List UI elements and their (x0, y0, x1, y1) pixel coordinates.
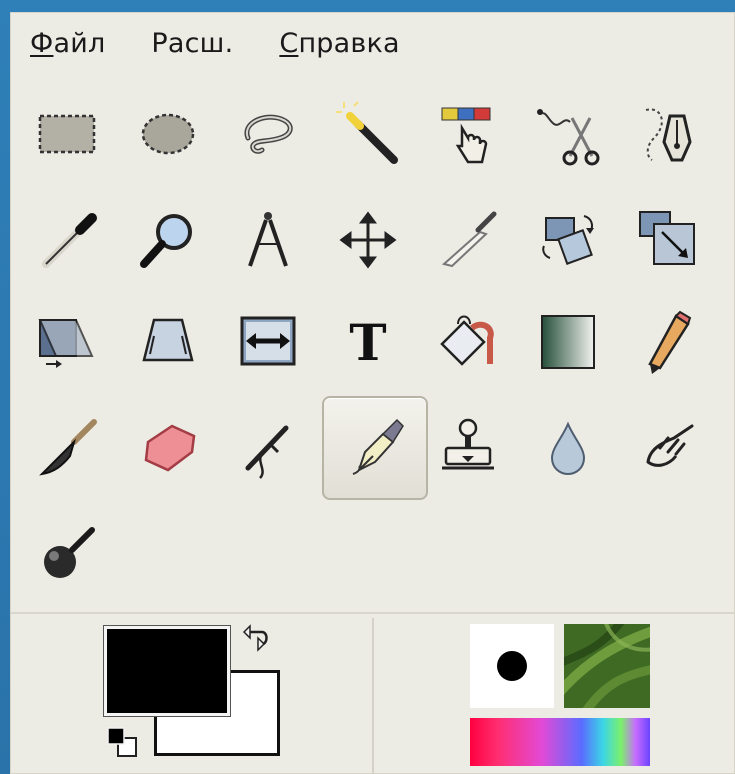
blur-icon (550, 421, 586, 476)
scissors-select-icon (537, 109, 600, 166)
tool-dodge-burn[interactable] (18, 504, 118, 604)
tool-grid: T (10, 80, 735, 610)
ellipse-select-icon (141, 113, 195, 155)
menu-file-mnemonic: Ф (30, 27, 54, 59)
select-by-color-icon (441, 107, 491, 164)
brush-circle-icon (497, 651, 527, 681)
tool-eraser[interactable] (118, 398, 218, 498)
fuzzy-select-icon (336, 101, 398, 164)
magnify-icon (140, 214, 192, 268)
tool-magnify[interactable] (118, 190, 218, 290)
pattern-preview[interactable] (564, 624, 650, 708)
rect-select-icon (38, 114, 96, 154)
scale-icon (639, 211, 695, 265)
gradient-preview[interactable] (470, 718, 650, 766)
swap-colors-icon[interactable] (238, 622, 274, 658)
measure-icon (248, 212, 288, 267)
tool-rect-select[interactable] (18, 84, 118, 184)
fg-bg-color-area (102, 622, 302, 772)
clone-icon (442, 418, 494, 470)
tool-select-by-color[interactable] (418, 84, 518, 184)
tool-ellipse-select[interactable] (118, 84, 218, 184)
default-colors-icon[interactable] (106, 726, 140, 760)
tool-text[interactable]: T (318, 292, 418, 392)
menu-file-label: айл (53, 27, 106, 59)
flip-icon (240, 316, 296, 366)
menu-help[interactable]: Справка (279, 28, 399, 59)
menu-help-mnemonic: С (279, 27, 299, 59)
tool-rotate[interactable] (518, 190, 618, 290)
tool-blend[interactable] (518, 292, 618, 392)
tool-foreground-select[interactable] (618, 84, 718, 184)
crop-icon (441, 211, 497, 268)
move-icon (339, 211, 397, 269)
menu-bar: Файл Расш. Справка (10, 12, 735, 74)
tool-crop[interactable] (418, 190, 518, 290)
toolbox-window: Файл Расш. Справка T (10, 12, 735, 774)
perspective-icon (142, 318, 194, 362)
dodge-burn-icon (44, 527, 95, 578)
tool-blur[interactable] (518, 398, 618, 498)
rotate-icon (542, 215, 594, 265)
smudge-icon (646, 424, 694, 467)
menu-help-label: правка (298, 27, 400, 59)
tool-move[interactable] (318, 190, 418, 290)
svg-text:T: T (349, 313, 386, 372)
tool-paintbrush[interactable] (18, 398, 118, 498)
brush-preview[interactable] (470, 624, 554, 708)
menu-extensions[interactable]: Расш. (151, 28, 233, 59)
pencil-icon (648, 310, 692, 374)
menu-file[interactable]: Файл (30, 28, 105, 59)
tool-free-select[interactable] (218, 84, 318, 184)
paintbrush-icon (39, 419, 97, 476)
tool-shear[interactable] (18, 292, 118, 392)
tool-color-picker[interactable] (18, 190, 118, 290)
tool-perspective[interactable] (118, 292, 218, 392)
tool-bucket-fill[interactable] (418, 292, 518, 392)
eraser-icon (144, 424, 196, 472)
shear-icon (38, 319, 94, 368)
tool-clone[interactable] (418, 398, 518, 498)
menu-extensions-label: Расш. (151, 27, 234, 59)
foreground-select-icon (645, 108, 692, 162)
leaves-pattern-icon (564, 624, 650, 708)
tool-smudge[interactable] (618, 398, 718, 498)
bucket-fill-icon (440, 315, 494, 366)
airbrush-icon (245, 425, 289, 479)
tool-fuzzy-select[interactable] (318, 84, 418, 184)
ink-icon (352, 418, 404, 475)
toolbox-separator (10, 612, 735, 614)
text-icon: T (349, 313, 386, 372)
free-select-icon (244, 114, 293, 154)
tool-flip[interactable] (218, 292, 318, 392)
tool-ink[interactable] (322, 396, 428, 500)
color-area-divider (372, 618, 374, 774)
tool-measure[interactable] (218, 190, 318, 290)
tool-pencil[interactable] (618, 292, 718, 392)
brush-pattern-gradient-area (470, 624, 670, 774)
color-picker-icon (42, 213, 97, 268)
blend-icon (541, 315, 595, 369)
tool-scale[interactable] (618, 190, 718, 290)
foreground-color-swatch[interactable] (103, 625, 231, 717)
tool-scissors-select[interactable] (518, 84, 618, 184)
tool-airbrush[interactable] (218, 398, 318, 498)
